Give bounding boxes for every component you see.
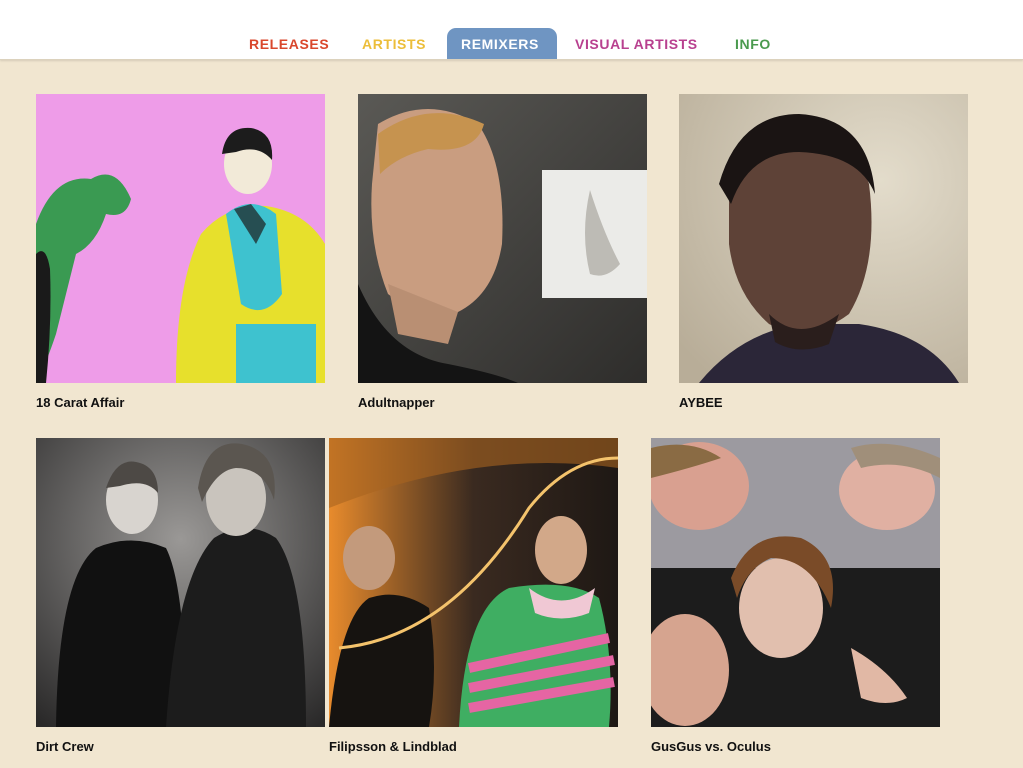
- remixer-photo[interactable]: [329, 438, 618, 727]
- remixer-name[interactable]: GusGus vs. Oculus: [651, 739, 771, 754]
- remixer-name[interactable]: AYBEE: [679, 395, 723, 410]
- tab-artists[interactable]: ARTISTS: [362, 28, 426, 59]
- artist-image: [329, 438, 618, 727]
- remixer-photo[interactable]: [651, 438, 940, 727]
- remixer-photo[interactable]: [36, 94, 325, 383]
- tab-info[interactable]: INFO: [735, 28, 771, 59]
- remixer-photo[interactable]: [358, 94, 647, 383]
- remixer-name[interactable]: Adultnapper: [358, 395, 435, 410]
- artist-image: [679, 94, 968, 383]
- remixer-name[interactable]: Dirt Crew: [36, 739, 94, 754]
- tab-remixers[interactable]: REMIXERS: [447, 28, 557, 59]
- remixer-name[interactable]: Filipsson & Lindblad: [329, 739, 457, 754]
- remixer-name[interactable]: 18 Carat Affair: [36, 395, 124, 410]
- tab-visual-artists[interactable]: VISUAL ARTISTS: [575, 28, 698, 59]
- header-bar: RELEASES ARTISTS REMIXERS VISUAL ARTISTS…: [0, 0, 1023, 60]
- remixer-photo[interactable]: [36, 438, 325, 727]
- artist-image: [651, 438, 940, 727]
- remixer-photo[interactable]: [679, 94, 968, 383]
- artist-image: [36, 438, 325, 727]
- artist-image: [36, 94, 325, 383]
- tab-releases[interactable]: RELEASES: [249, 28, 329, 59]
- artist-image: [358, 94, 647, 383]
